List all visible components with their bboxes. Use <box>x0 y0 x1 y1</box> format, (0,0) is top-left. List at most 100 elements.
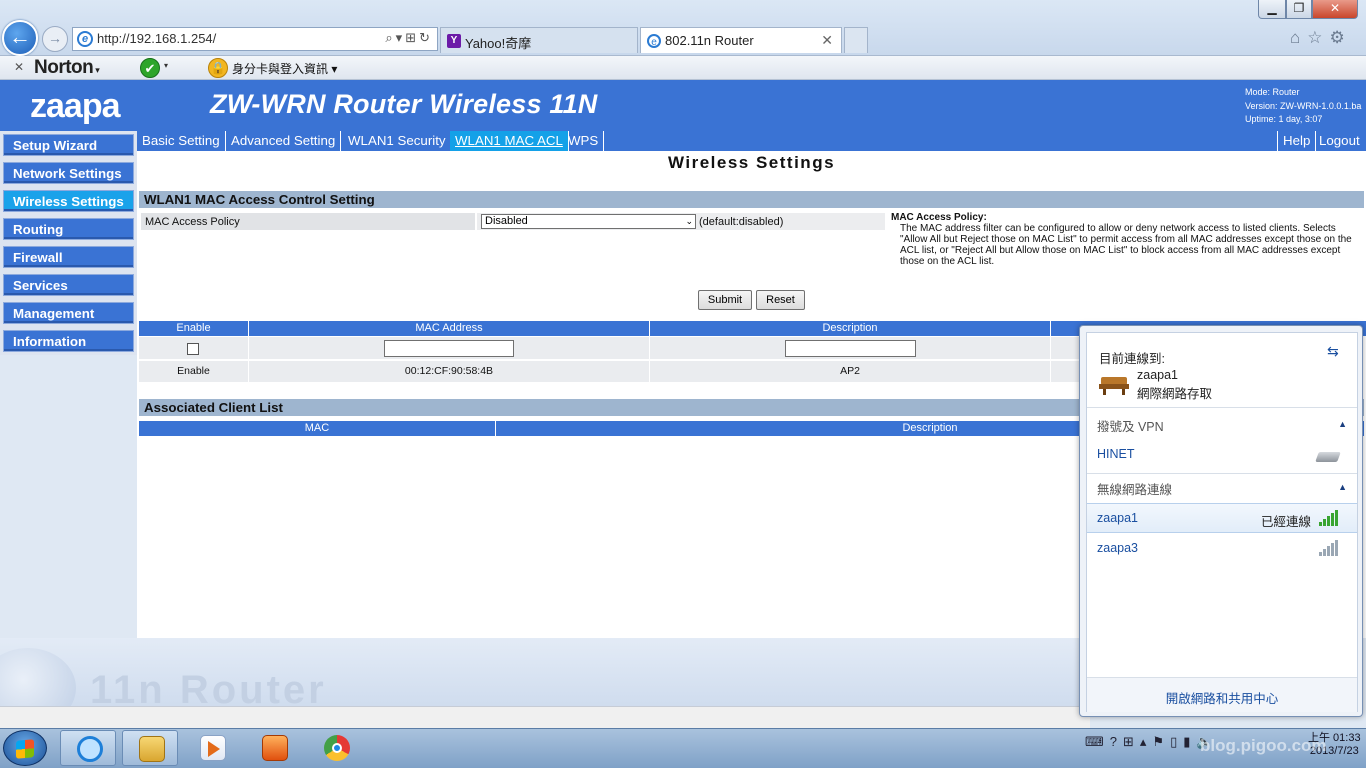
dialup-item-hinet[interactable]: HINET <box>1097 447 1135 461</box>
chrome-icon <box>324 735 350 761</box>
tab-basic-setting[interactable]: Basic Setting <box>137 131 226 151</box>
sidebar-item-network-settings[interactable]: Network Settings <box>3 162 134 184</box>
modem-icon <box>1315 452 1341 462</box>
column-header: MAC <box>139 421 496 436</box>
norton-menu[interactable]: Norton ▾ <box>34 57 100 79</box>
current-network-name: zaapa1 <box>1137 368 1179 382</box>
tab-yahoo[interactable]: Y Yahoo!奇摩 <box>440 27 638 53</box>
sidebar-item-services[interactable]: Services <box>3 274 134 296</box>
taskbar-network-tool[interactable] <box>246 730 302 766</box>
acl-row-enable: Enable <box>139 361 249 382</box>
acl-row-mac: 00:12:CF:90:58:4B <box>249 361 650 382</box>
mac-address-input[interactable] <box>384 340 514 357</box>
sidebar-item-setup-wizard[interactable]: Setup Wizard <box>3 134 134 156</box>
current-network-status: 網際網路存取 <box>1137 387 1213 401</box>
tab-router[interactable]: e 802.11n Router ✕ <box>640 27 842 53</box>
help-panel: MAC Access Policy: The MAC address filte… <box>891 212 1361 267</box>
chevron-up-icon[interactable]: ▲ <box>1338 482 1347 492</box>
version-text: Version: ZW-WRN-1.0.0.1.ba <box>1245 100 1362 111</box>
taskbar-explorer[interactable] <box>122 730 178 766</box>
battery-icon[interactable]: ▯ <box>1170 734 1183 749</box>
policy-default-note: (default:disabled) <box>699 216 784 228</box>
tab-label: Yahoo!奇摩 <box>465 36 532 51</box>
acl-section-title: WLAN1 MAC Access Control Setting <box>139 191 1364 208</box>
help-link[interactable]: Help <box>1277 131 1317 151</box>
windows-logo-icon <box>16 739 34 759</box>
chevron-down-icon: ⌄ <box>685 216 693 226</box>
reset-button[interactable]: Reset <box>756 290 805 310</box>
network-item-zaapa3[interactable]: zaapa3 <box>1087 534 1357 564</box>
sidebar-item-wireless-settings[interactable]: Wireless Settings <box>3 190 134 212</box>
norton-label: Norton <box>34 57 94 78</box>
acl-row-description: AP2 <box>650 361 1051 382</box>
system-tray: ⌨?⊞▴⚑▯▮🔈 <box>1085 734 1219 750</box>
policy-selected-value: Disabled <box>485 215 528 227</box>
maximize-button[interactable]: ❐ <box>1286 0 1312 19</box>
enable-checkbox[interactable] <box>187 343 199 355</box>
close-tab-icon[interactable]: ✕ <box>821 32 833 49</box>
connected-to-label: 目前連線到: <box>1099 352 1165 366</box>
tab-wlan1-security[interactable]: WLAN1 Security <box>343 131 452 151</box>
chevron-up-icon[interactable]: ▲ <box>1338 419 1347 429</box>
start-button[interactable] <box>3 730 47 766</box>
network-bench-icon <box>1099 371 1129 395</box>
home-icon[interactable]: ⌂ <box>1290 28 1307 47</box>
keyboard-icon[interactable]: ⌨ <box>1085 734 1110 749</box>
action-center-flag-icon[interactable]: ⚑ <box>1152 734 1170 749</box>
identity-menu[interactable]: 身分卡與登入資訊 ▾ <box>232 60 337 77</box>
taskbar-chrome[interactable] <box>308 730 364 766</box>
refresh-icon[interactable]: ⇆ <box>1327 343 1339 360</box>
policy-value-cell: Disabled ⌄ <box>477 213 885 230</box>
network-sharing-center-link[interactable]: 開啟網路和共用中心 <box>1166 692 1279 706</box>
network-name: zaapa1 <box>1097 511 1139 525</box>
sidebar-item-management[interactable]: Management <box>3 302 134 324</box>
router-info: Mode: Router Version: ZW-WRN-1.0.0.1.ba … <box>1245 86 1361 127</box>
chevron-down-icon[interactable]: ▾ <box>164 61 168 70</box>
tab-advanced-setting[interactable]: Advanced Setting <box>226 131 342 151</box>
media-player-icon <box>200 735 226 761</box>
address-tools-icons[interactable]: ⌕▾⊞↻ <box>385 30 433 46</box>
tab-wlan1-mac-acl[interactable]: WLAN1 MAC ACL <box>450 131 569 151</box>
settings-tabs: Basic Setting Advanced Setting WLAN1 Sec… <box>137 131 1366 151</box>
back-button[interactable]: ← <box>2 20 38 56</box>
taskbar-media[interactable] <box>184 730 240 766</box>
wireless-header[interactable]: 無線網路連線 <box>1097 479 1172 498</box>
network-flyout: 目前連線到: ⇆ zaapa1 網際網路存取 撥號及 VPN ▲ HINET 無… <box>1079 325 1363 717</box>
network-name: zaapa3 <box>1097 541 1139 555</box>
browser-icons: ⌂☆⚙ <box>1290 28 1352 48</box>
help-icon[interactable]: ? <box>1110 734 1123 749</box>
address-bar[interactable]: e http://192.168.1.254/ ⌕▾⊞↻ <box>72 27 438 51</box>
submit-button[interactable]: Submit <box>698 290 752 310</box>
logout-link[interactable]: Logout <box>1314 131 1365 151</box>
network-tray-icon[interactable]: ▮ <box>1183 734 1196 749</box>
yahoo-icon: Y <box>447 34 461 48</box>
network-item-zaapa1[interactable]: zaapa1 已經連線 <box>1087 503 1357 533</box>
taskbar-ie[interactable] <box>60 730 116 766</box>
dialup-header[interactable]: 撥號及 VPN <box>1097 416 1164 435</box>
help-body: The MAC address filter can be configured… <box>900 223 1352 267</box>
tab-wps[interactable]: WPS <box>563 131 605 151</box>
zaapa-logo: zaapa <box>30 87 123 125</box>
folder-icon <box>139 736 165 762</box>
close-toolbar-icon[interactable]: ✕ <box>14 60 24 74</box>
safe-check-icon[interactable]: ✔ <box>140 58 160 78</box>
divider <box>1087 473 1357 474</box>
sidebar-item-firewall[interactable]: Firewall <box>3 246 134 268</box>
favorites-star-icon[interactable]: ☆ <box>1307 28 1329 47</box>
description-input[interactable] <box>785 340 916 357</box>
tray-app-icon[interactable]: ⊞ <box>1123 734 1140 749</box>
policy-select[interactable]: Disabled ⌄ <box>481 214 696 229</box>
blog-watermark: blog.pigoo.com <box>1200 736 1327 755</box>
browser-status-bar <box>0 706 1090 728</box>
minimize-button[interactable]: ▁ <box>1258 0 1286 19</box>
forward-button[interactable]: → <box>42 26 68 52</box>
gear-icon[interactable]: ⚙ <box>1330 28 1352 47</box>
new-tab-button[interactable] <box>844 27 868 53</box>
show-hidden-icons[interactable]: ▴ <box>1140 734 1153 749</box>
page-title: Wireless Settings <box>667 153 836 172</box>
identity-lock-icon[interactable]: 🔒 <box>208 58 228 78</box>
logo-text: zaapa <box>30 87 122 125</box>
sidebar-item-routing[interactable]: Routing <box>3 218 134 240</box>
sidebar-item-information[interactable]: Information <box>3 330 134 352</box>
close-window-button[interactable]: ✕ <box>1312 0 1358 19</box>
